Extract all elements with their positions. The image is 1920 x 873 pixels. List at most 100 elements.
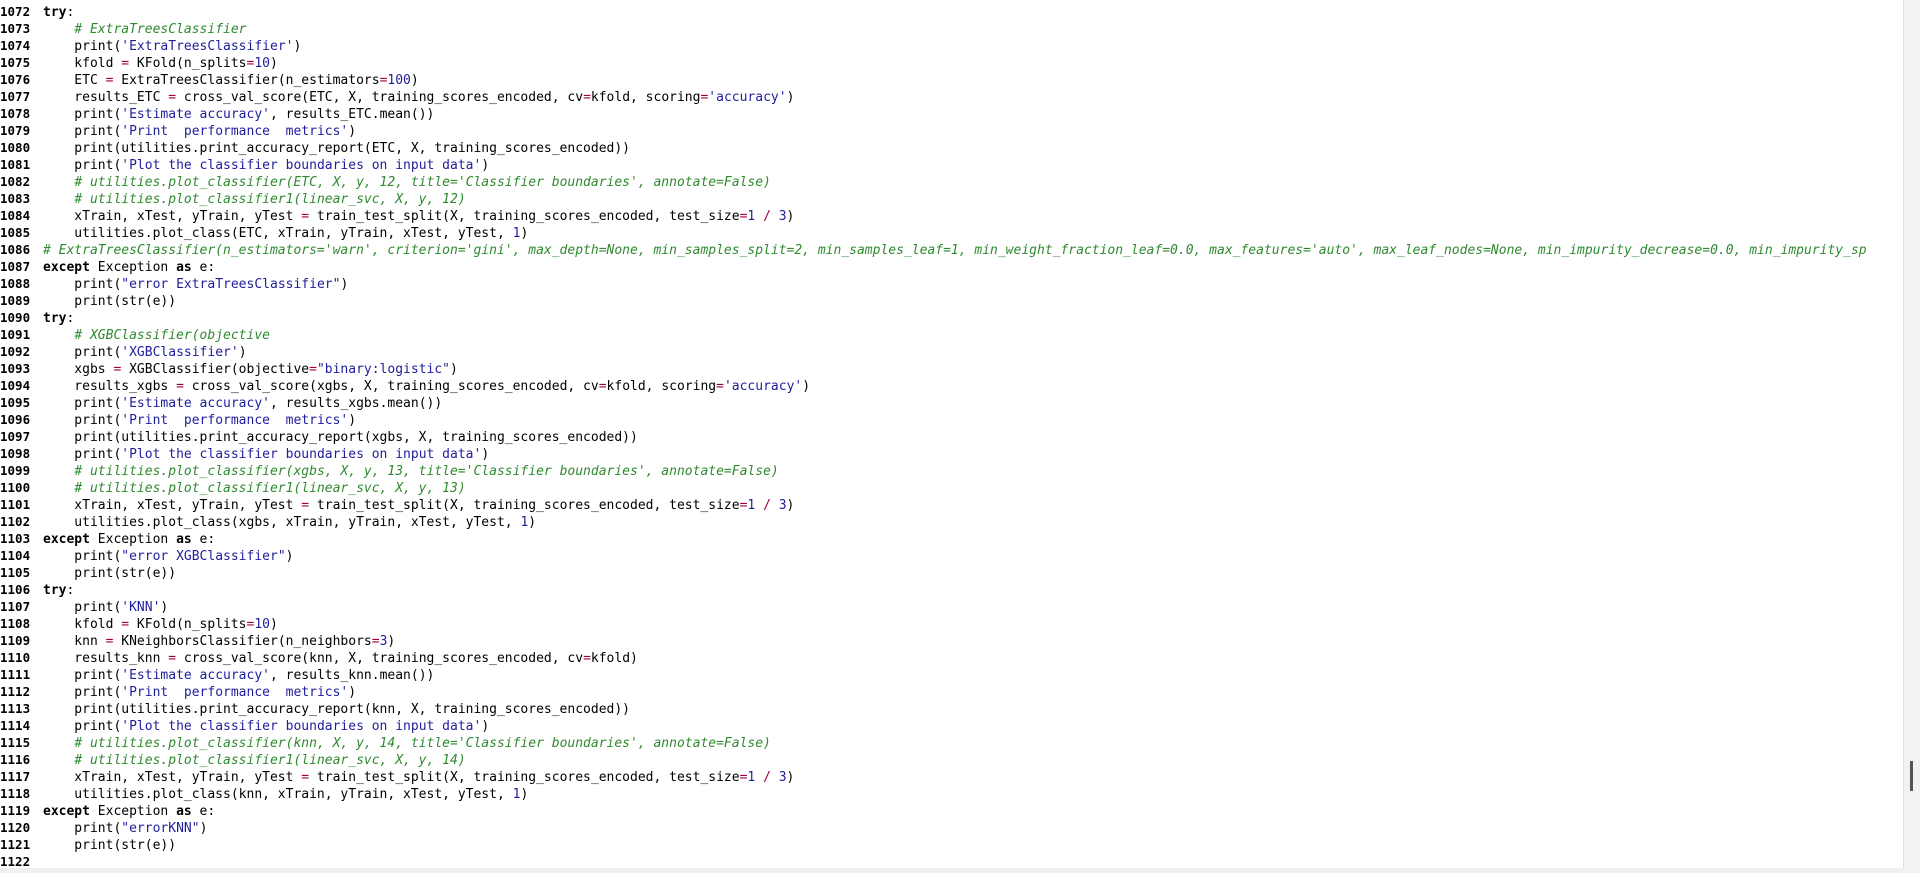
code-line[interactable]: 1118 utilities.plot_class(knn, xTrain, y… (0, 785, 1904, 802)
code-line[interactable]: 1117 xTrain, xTest, yTrain, yTest = trai… (0, 768, 1904, 785)
line-code[interactable]: except Exception as e: (43, 260, 215, 275)
code-line[interactable]: 1086 # ExtraTreesClassifier(n_estimators=… (0, 241, 1904, 258)
line-code[interactable]: results_ETC = cross_val_score(ETC, X, tr… (43, 90, 794, 105)
line-code[interactable]: except Exception as e: (43, 804, 215, 819)
code-line[interactable]: 1093 xgbs = XGBClassifier(objective="bin… (0, 360, 1904, 377)
line-code[interactable]: # XGBClassifier(objective (43, 328, 270, 343)
line-code[interactable]: print('Estimate accuracy', results_xgbs.… (43, 396, 442, 411)
line-code[interactable]: print('ExtraTreesClassifier') (43, 39, 301, 54)
line-code[interactable]: results_xgbs = cross_val_score(xgbs, X, … (43, 379, 810, 394)
code-line[interactable]: 1074 print('ExtraTreesClassifier') (0, 37, 1904, 54)
line-code[interactable]: xgbs = XGBClassifier(objective="binary:l… (43, 362, 458, 377)
horizontal-scrollbar[interactable] (0, 868, 1904, 873)
line-code[interactable]: print('Print performance metrics') (43, 685, 356, 700)
line-code[interactable]: print("error XGBClassifier") (43, 549, 293, 564)
line-code[interactable]: print(str(e)) (43, 294, 176, 309)
code-area[interactable]: 1072 try: 1073 # ExtraTreesClassifier 1074 … (0, 3, 1904, 869)
line-code[interactable]: try: (43, 5, 74, 20)
line-code[interactable]: # utilities.plot_classifier1(linear_svc,… (43, 481, 465, 496)
code-line[interactable]: 1080 print(utilities.print_accuracy_repo… (0, 139, 1904, 156)
code-line[interactable]: 1073 # ExtraTreesClassifier (0, 20, 1904, 37)
line-code[interactable]: print('Plot the classifier boundaries on… (43, 719, 489, 734)
line-code[interactable]: try: (43, 311, 74, 326)
line-code[interactable]: print("errorKNN") (43, 821, 207, 836)
code-line[interactable]: 1092 print('XGBClassifier') (0, 343, 1904, 360)
line-code[interactable]: utilities.plot_class(knn, xTrain, yTrain… (43, 787, 528, 802)
code-line[interactable]: 1109 knn = KNeighborsClassifier(n_neighb… (0, 632, 1904, 649)
line-code[interactable]: xTrain, xTest, yTrain, yTest = train_tes… (43, 770, 794, 785)
code-line[interactable]: 1120 print("errorKNN") (0, 819, 1904, 836)
code-line[interactable]: 1075 kfold = KFold(n_splits=10) (0, 54, 1904, 71)
line-code[interactable]: print('Plot the classifier boundaries on… (43, 447, 489, 462)
line-code[interactable]: utilities.plot_class(ETC, xTrain, yTrain… (43, 226, 528, 241)
code-line[interactable]: 1082 # utilities.plot_classifier(ETC, X,… (0, 173, 1904, 190)
code-line[interactable]: 1085 utilities.plot_class(ETC, xTrain, y… (0, 224, 1904, 241)
line-code[interactable]: except Exception as e: (43, 532, 215, 547)
code-line[interactable]: 1114 print('Plot the classifier boundari… (0, 717, 1904, 734)
line-code[interactable]: print('XGBClassifier') (43, 345, 246, 360)
line-code[interactable]: # utilities.plot_classifier(knn, X, y, 1… (43, 736, 771, 751)
code-line[interactable]: 1103 except Exception as e: (0, 530, 1904, 547)
code-line[interactable]: 1112 print('Print performance metrics') (0, 683, 1904, 700)
line-code[interactable]: print('Estimate accuracy', results_ETC.m… (43, 107, 434, 122)
line-code[interactable]: print('Plot the classifier boundaries on… (43, 158, 489, 173)
code-line[interactable]: 1095 print('Estimate accuracy', results_… (0, 394, 1904, 411)
code-line[interactable]: 1098 print('Plot the classifier boundari… (0, 445, 1904, 462)
code-line[interactable]: 1108 kfold = KFold(n_splits=10) (0, 615, 1904, 632)
line-code[interactable]: kfold = KFold(n_splits=10) (43, 56, 278, 71)
line-code[interactable]: kfold = KFold(n_splits=10) (43, 617, 278, 632)
line-code[interactable]: try: (43, 583, 74, 598)
line-code[interactable]: # utilities.plot_classifier(ETC, X, y, 1… (43, 175, 771, 190)
code-line[interactable]: 1100 # utilities.plot_classifier1(linear… (0, 479, 1904, 496)
line-code[interactable]: ETC = ExtraTreesClassifier(n_estimators=… (43, 73, 418, 88)
code-line[interactable]: 1104 print("error XGBClassifier") (0, 547, 1904, 564)
code-line[interactable]: 1089 print(str(e)) (0, 292, 1904, 309)
code-line[interactable]: 1111 print('Estimate accuracy', results_… (0, 666, 1904, 683)
code-line[interactable]: 1101 xTrain, xTest, yTrain, yTest = trai… (0, 496, 1904, 513)
code-line[interactable]: 1078 print('Estimate accuracy', results_… (0, 105, 1904, 122)
line-code[interactable]: print("error ExtraTreesClassifier") (43, 277, 348, 292)
line-code[interactable]: # utilities.plot_classifier1(linear_svc,… (43, 192, 465, 207)
code-line[interactable]: 1115 # utilities.plot_classifier(knn, X,… (0, 734, 1904, 751)
line-code[interactable]: print(utilities.print_accuracy_report(kn… (43, 702, 630, 717)
code-line[interactable]: 1105 print(str(e)) (0, 564, 1904, 581)
code-line[interactable]: 1107 print('KNN') (0, 598, 1904, 615)
line-code[interactable]: print(str(e)) (43, 566, 176, 581)
code-line[interactable]: 1087 except Exception as e: (0, 258, 1904, 275)
code-line[interactable]: 1096 print('Print performance metrics') (0, 411, 1904, 428)
line-code[interactable]: results_knn = cross_val_score(knn, X, tr… (43, 651, 638, 666)
line-code[interactable]: # ExtraTreesClassifier (43, 22, 246, 37)
vertical-scrollbar[interactable] (1903, 0, 1920, 873)
line-code[interactable]: xTrain, xTest, yTrain, yTest = train_tes… (43, 209, 794, 224)
code-line[interactable]: 1083 # utilities.plot_classifier1(linear… (0, 190, 1904, 207)
line-code[interactable]: utilities.plot_class(xgbs, xTrain, yTrai… (43, 515, 536, 530)
line-code[interactable]: print(utilities.print_accuracy_report(ET… (43, 141, 630, 156)
line-code[interactable]: print('Print performance metrics') (43, 413, 356, 428)
code-line[interactable]: 1113 print(utilities.print_accuracy_repo… (0, 700, 1904, 717)
line-code[interactable]: # ExtraTreesClassifier(n_estimators='war… (43, 243, 1867, 258)
code-line[interactable]: 1079 print('Print performance metrics') (0, 122, 1904, 139)
code-line[interactable]: 1088 print("error ExtraTreesClassifier") (0, 275, 1904, 292)
line-code[interactable]: print(str(e)) (43, 838, 176, 853)
code-line[interactable]: 1090 try: (0, 309, 1904, 326)
code-line[interactable]: 1099 # utilities.plot_classifier(xgbs, X… (0, 462, 1904, 479)
line-code[interactable]: print(utilities.print_accuracy_report(xg… (43, 430, 638, 445)
line-code[interactable]: print('Estimate accuracy', results_knn.m… (43, 668, 434, 683)
code-line[interactable]: 1094 results_xgbs = cross_val_score(xgbs… (0, 377, 1904, 394)
code-editor[interactable]: 1072 try: 1073 # ExtraTreesClassifier 1074 … (0, 0, 1920, 873)
code-line[interactable]: 1110 results_knn = cross_val_score(knn, … (0, 649, 1904, 666)
line-code[interactable]: knn = KNeighborsClassifier(n_neighbors=3… (43, 634, 395, 649)
code-line[interactable]: 1106 try: (0, 581, 1904, 598)
scrollbar-thumb[interactable] (1910, 761, 1913, 791)
line-code[interactable]: print('KNN') (43, 600, 168, 615)
line-code[interactable]: print('Print performance metrics') (43, 124, 356, 139)
code-line[interactable]: 1119 except Exception as e: (0, 802, 1904, 819)
code-line[interactable]: 1072 try: (0, 3, 1904, 20)
line-code[interactable]: # utilities.plot_classifier1(linear_svc,… (43, 753, 465, 768)
code-line[interactable]: 1091 # XGBClassifier(objective (0, 326, 1904, 343)
code-line[interactable]: 1097 print(utilities.print_accuracy_repo… (0, 428, 1904, 445)
code-line[interactable]: 1122 (0, 853, 1904, 869)
line-code[interactable]: # utilities.plot_classifier(xgbs, X, y, … (43, 464, 778, 479)
code-line[interactable]: 1084 xTrain, xTest, yTrain, yTest = trai… (0, 207, 1904, 224)
code-line[interactable]: 1081 print('Plot the classifier boundari… (0, 156, 1904, 173)
